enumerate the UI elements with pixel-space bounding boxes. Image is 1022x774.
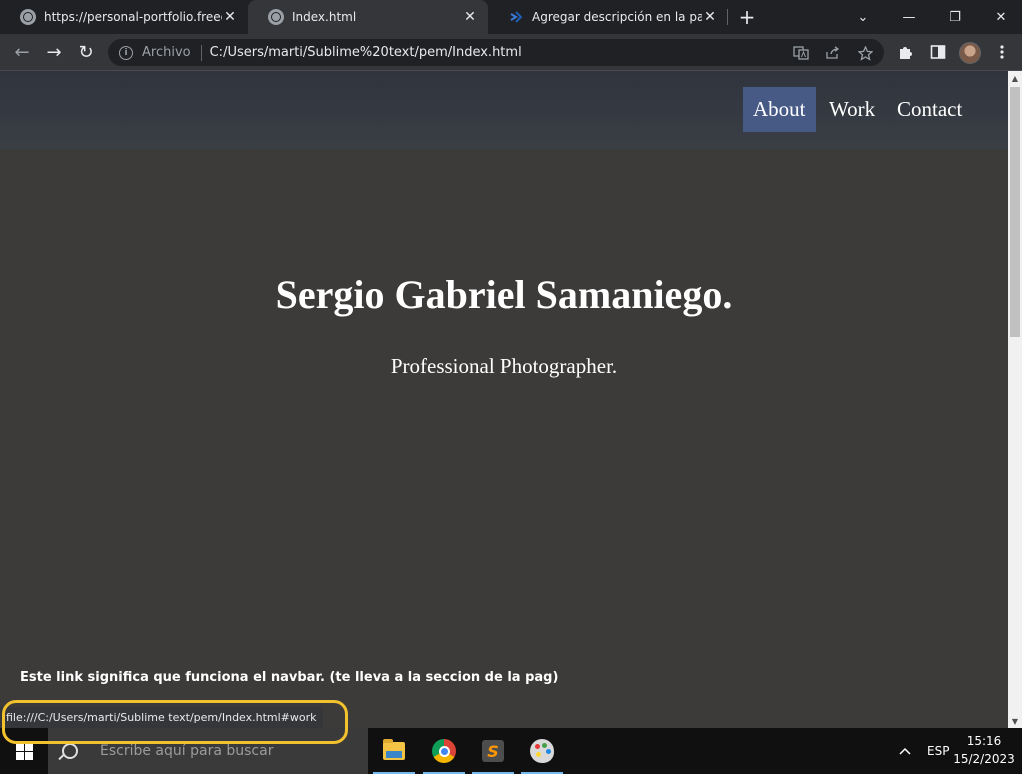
close-icon[interactable]: ✕ — [702, 9, 718, 25]
tab-index-html[interactable]: Index.html ✕ — [248, 0, 488, 34]
search-icon — [62, 743, 78, 759]
close-icon[interactable]: ✕ — [462, 9, 478, 25]
close-window-button[interactable]: ✕ — [978, 0, 1022, 34]
menu-kebab-icon[interactable] — [988, 38, 1016, 66]
globe-icon — [268, 9, 284, 25]
windows-taskbar: Escribe aquí para buscar S ESP 15:16 15/… — [0, 728, 1022, 774]
tab-separator — [727, 9, 728, 25]
chrome-icon[interactable] — [420, 728, 468, 774]
annotation-text: Este link significa que funciona el navb… — [20, 670, 559, 685]
scroll-up-icon[interactable]: ▲ — [1008, 71, 1022, 85]
nav-link-work[interactable]: Work — [819, 87, 885, 132]
clock-time: 15:16 — [966, 734, 1002, 748]
restore-button[interactable]: ❐ — [932, 0, 978, 34]
hero-subtitle: Professional Photographer. — [390, 354, 618, 378]
nav-link-contact[interactable]: Contact — [887, 87, 972, 132]
tab-title: Index.html — [292, 10, 357, 24]
side-panel-icon[interactable] — [924, 38, 952, 66]
share-icon[interactable] — [824, 45, 842, 61]
language-indicator[interactable]: ESP — [927, 728, 949, 774]
tab-title: Agregar descripción en la parte inferior — [532, 10, 702, 24]
info-icon[interactable]: i — [119, 45, 133, 60]
link-status-bar: file:///C:/Users/marti/Sublime text/pem/… — [0, 707, 323, 728]
tab-title: https://personal-portfolio.freecodecamp — [44, 10, 222, 24]
browser-tab-strip: https://personal-portfolio.freecodecamp … — [0, 0, 1022, 34]
tab-search-button[interactable]: ⌄ — [840, 0, 886, 34]
page-scrollbar[interactable]: ▲ ▼ — [1008, 71, 1022, 728]
sublime-text-icon[interactable]: S — [469, 728, 517, 774]
profile-avatar[interactable] — [959, 42, 981, 64]
clock-date: 15/2/2023 — [953, 752, 1015, 766]
close-icon[interactable]: ✕ — [222, 9, 238, 25]
nav-link-about[interactable]: About — [743, 87, 816, 132]
paint-icon[interactable] — [518, 728, 566, 774]
taskbar-search-box[interactable]: Escribe aquí para buscar — [48, 728, 368, 774]
omnibox-divider — [200, 44, 202, 61]
address-bar[interactable]: i Archivo C:/Users/marti/Sublime%20text/… — [108, 39, 884, 66]
start-button[interactable] — [0, 728, 48, 774]
scheme-label: Archivo — [142, 45, 191, 60]
scrollbar-thumb[interactable] — [1010, 87, 1020, 337]
globe-icon — [20, 9, 36, 25]
windows-logo-icon — [15, 742, 33, 760]
page-viewport: About Work Contact Sergio Gabriel Samani… — [0, 71, 1008, 728]
forward-button[interactable]: → — [40, 38, 68, 66]
site-navbar: About Work Contact — [0, 71, 1008, 149]
tab-portfolio[interactable]: https://personal-portfolio.freecodecamp … — [0, 0, 248, 34]
browser-toolbar: ← → ↻ i Archivo C:/Users/marti/Sublime%2… — [0, 34, 1022, 71]
reload-button[interactable]: ↻ — [72, 38, 100, 66]
file-explorer-icon[interactable] — [370, 728, 418, 774]
taskbar-clock[interactable]: 15:16 15/2/2023 — [950, 732, 1018, 768]
new-tab-button[interactable]: + — [734, 5, 760, 29]
extensions-puzzle-icon[interactable] — [892, 38, 920, 66]
hero-title: Sergio Gabriel Samaniego. — [275, 272, 733, 317]
url-text[interactable]: C:/Users/marti/Sublime%20text/pem/Index.… — [210, 45, 522, 60]
scroll-down-icon[interactable]: ▼ — [1008, 714, 1022, 728]
minimize-button[interactable]: — — [886, 0, 932, 34]
back-button[interactable]: ← — [8, 38, 36, 66]
tab-agregar-descripcion[interactable]: Agregar descripción en la parte inferior… — [488, 0, 728, 34]
bookmark-star-icon[interactable] — [856, 45, 874, 61]
show-hidden-icons-chevron-icon[interactable] — [898, 728, 912, 774]
vscode-icon — [508, 9, 524, 25]
taskbar-search-placeholder: Escribe aquí para buscar — [100, 743, 274, 759]
translate-icon[interactable] — [792, 45, 810, 61]
